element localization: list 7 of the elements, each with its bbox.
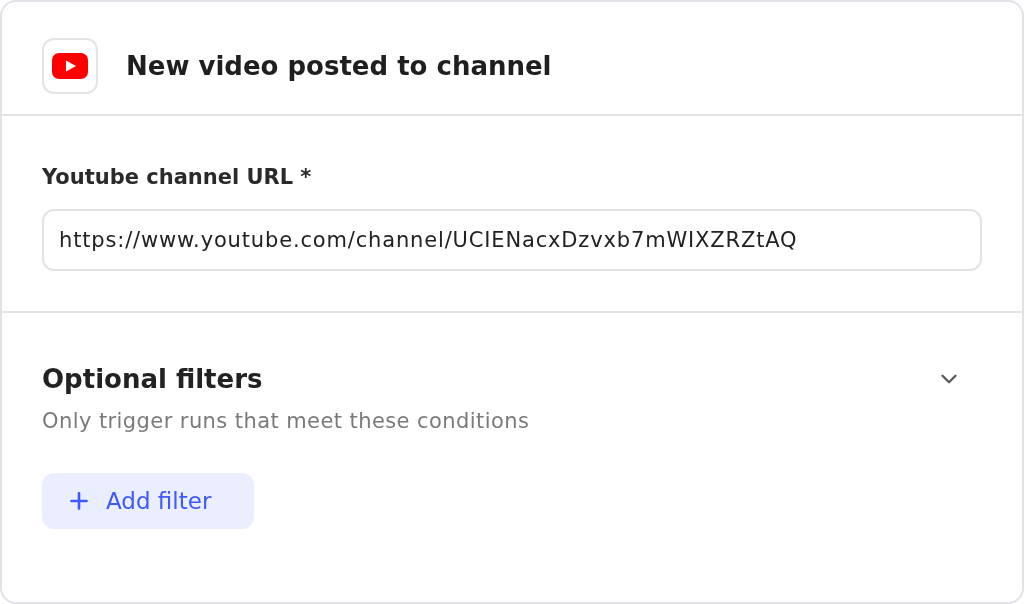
- section-description: Only trigger runs that meet these conditions: [42, 408, 530, 435]
- trigger-title: New video posted to channel: [126, 50, 552, 83]
- section-title: Optional filters: [42, 363, 263, 396]
- add-filter-button[interactable]: Add filter: [42, 473, 254, 529]
- video-logo-icon: [42, 38, 98, 94]
- field-label: Youtube channel URL *: [42, 164, 312, 191]
- url-field[interactable]: https://www.youtube.com/channel/UCIENacxDzvxb7mWIXZRZtAQ: [42, 209, 982, 271]
